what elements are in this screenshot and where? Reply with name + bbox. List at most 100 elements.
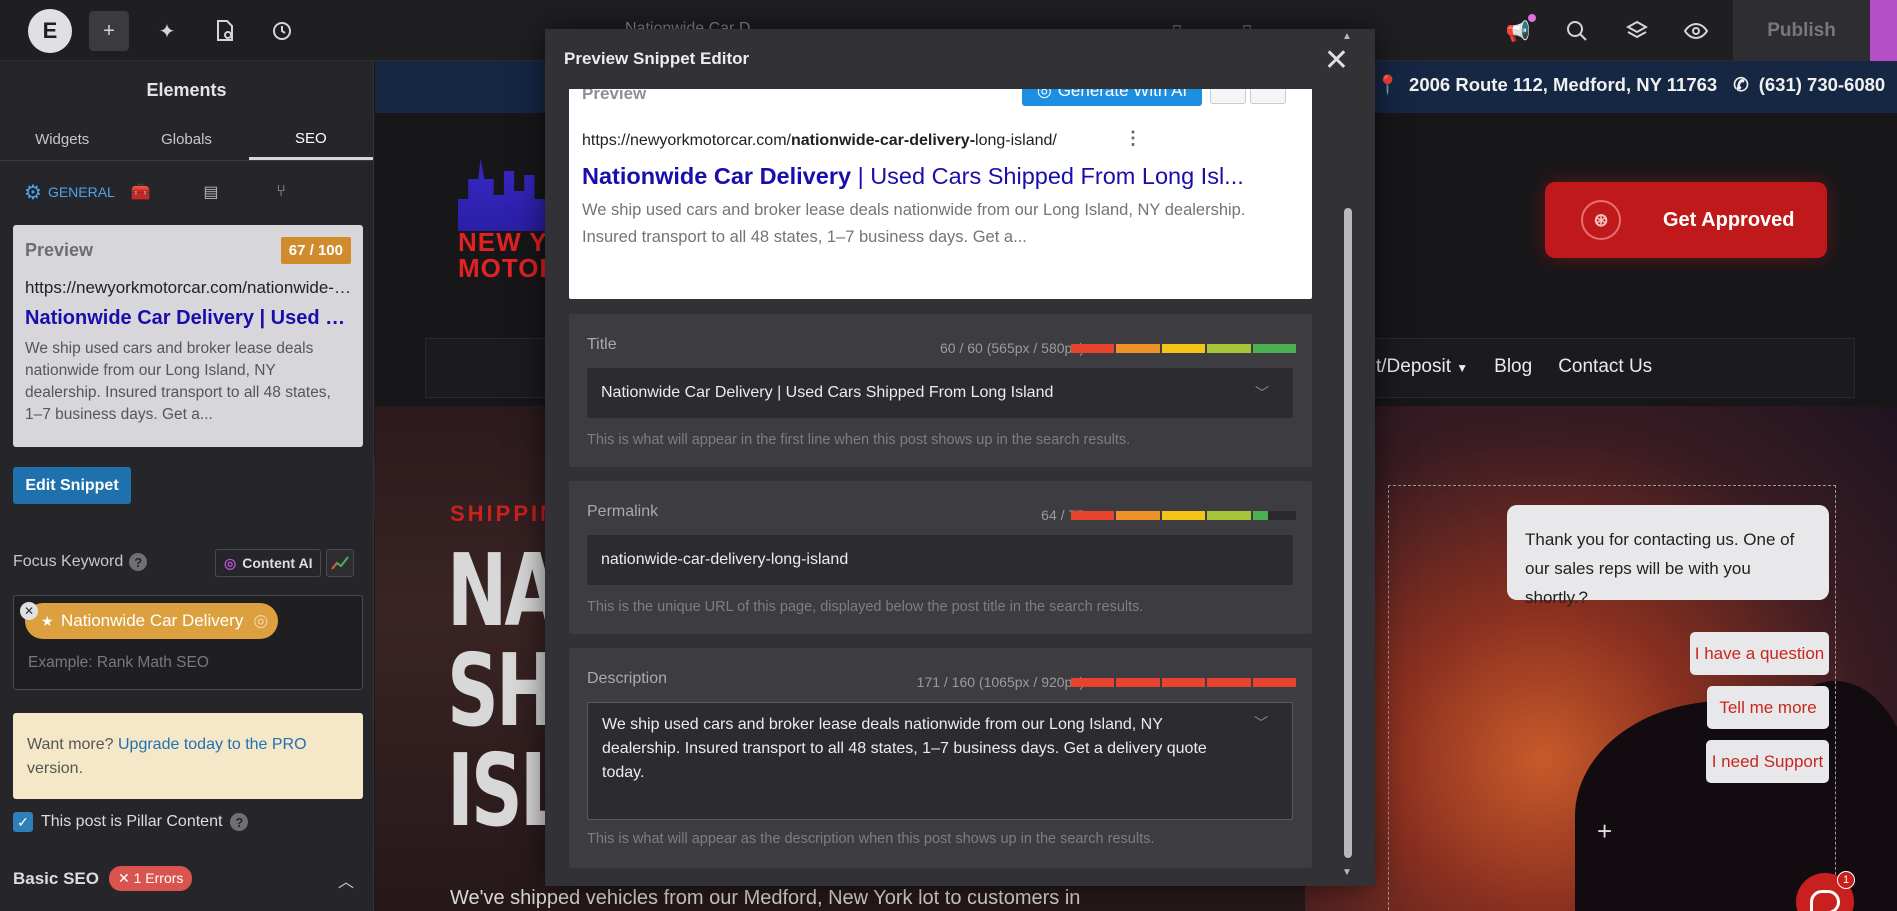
publish-options-button[interactable] [1870, 0, 1897, 61]
tab-widgets[interactable]: Widgets [0, 119, 124, 160]
preview-button[interactable] [1676, 11, 1716, 51]
generate-with-ai-button[interactable]: ◎ Generate With AI [1022, 89, 1202, 106]
subtab-general-label: GENERAL [47, 184, 115, 200]
subtab-general[interactable]: ⚙ GENERAL [24, 180, 131, 205]
elementor-logo-icon[interactable]: E [28, 9, 72, 53]
share-icon: ⑂ [276, 183, 286, 200]
content-ai-button[interactable]: ◎ Content AI [215, 549, 322, 577]
help-icon[interactable]: ? [129, 553, 148, 571]
chevron-down-icon[interactable]: ﹀ [1255, 383, 1269, 403]
trends-button[interactable] [326, 549, 354, 577]
panel-tabs: Widgets Globals SEO [0, 119, 373, 161]
gear-icon: ⚙ [24, 181, 42, 204]
chat-option-support[interactable]: I need Support [1706, 740, 1829, 783]
keyword-tag-label: Nationwide Car Delivery [61, 611, 244, 630]
history-button[interactable] [262, 11, 302, 51]
toolbox-icon: 🧰 [130, 184, 151, 201]
preview-description: We ship used cars and broker lease deals… [25, 340, 331, 423]
upgrade-notice: Want more? Upgrade today to the PRO vers… [13, 713, 363, 799]
description-help-text: This is what will appear as the descript… [587, 831, 1155, 847]
title-field-group: Title 60 / 60 (565px / 580px) Nationwide… [569, 314, 1312, 467]
title-input[interactable]: Nationwide Car Delivery | Used Cars Ship… [587, 368, 1293, 418]
permalink-field-group: Permalink 64 / 75 nationwide-car-deliver… [569, 481, 1312, 634]
layers-icon [1626, 20, 1648, 39]
site-nav: t/Deposit ▼ Blog Contact Us [1376, 356, 1652, 378]
serp-title: Nationwide Car Delivery | Used Cars Ship… [582, 163, 1304, 190]
scroll-up-arrow-icon[interactable]: ▲ [1342, 31, 1352, 42]
megaphone-icon: 📢 [1505, 20, 1531, 43]
seo-subtabs: ⚙ GENERAL 🧰 ▤ ⑂ [0, 161, 373, 223]
nav-blog[interactable]: Blog [1494, 356, 1532, 378]
pillar-content-checkbox[interactable]: ✓ [13, 812, 33, 832]
pillar-content-option: ✓ This post is Pillar Content ? [13, 812, 249, 832]
description-char-count: 171 / 160 (1065px / 920px) [916, 674, 1084, 690]
hero-subtext: We've shipped vehicles from our Medford,… [450, 887, 1081, 909]
notification-dot [1528, 14, 1536, 22]
scroll-down-arrow-icon[interactable]: ▼ [1342, 867, 1352, 878]
publish-button[interactable]: Publish [1733, 0, 1870, 61]
nav-contact-us[interactable]: Contact Us [1558, 356, 1652, 378]
ai-sparkle-button[interactable]: ✦ [147, 11, 187, 51]
phone-icon: ✆ [1733, 74, 1749, 95]
serp-preview-label: Preview [582, 89, 647, 103]
subtab-advanced[interactable]: 🧰 [131, 182, 204, 202]
schema-icon: ▤ [203, 184, 219, 201]
keyword-tag[interactable]: ★ Nationwide Car Delivery ◎ [25, 603, 279, 639]
tab-seo[interactable]: SEO [248, 119, 373, 160]
document-settings-icon [217, 20, 233, 41]
chat-bubble-icon [1810, 890, 1840, 911]
upgrade-suffix: version. [27, 760, 84, 777]
chevron-up-icon[interactable]: ︿ [338, 868, 354, 892]
serp-url-prefix: https://newyorkmotorcar.com/ [582, 132, 791, 149]
description-textarea[interactable]: We ship used cars and broker lease deals… [587, 702, 1293, 820]
subtab-schema[interactable]: ▤ [203, 182, 276, 202]
focus-keyword-input[interactable]: ★ Nationwide Car Delivery ◎ ✕ Example: R… [13, 595, 363, 690]
permalink-input[interactable]: nationwide-car-delivery-long-island [587, 535, 1293, 585]
site-contact-bar: 📍 2006 Route 112, Medford, NY 11763 ✆ (6… [1376, 74, 1885, 96]
upgrade-link[interactable]: Upgrade today to the PRO [118, 736, 307, 753]
preview-title: Nationwide Car Delivery | Used Cars Ship… [25, 307, 351, 329]
serp-description: We ship used cars and broker lease deals… [582, 201, 1246, 246]
eye-icon [1684, 22, 1708, 40]
chevron-down-icon[interactable]: ﹀ [1254, 711, 1268, 735]
add-widget-plus-icon[interactable]: + [1597, 816, 1612, 847]
basic-seo-section-header[interactable]: Basic SEO ✕ 1 Errors [13, 866, 193, 891]
chat-option-tell-more[interactable]: Tell me more [1707, 686, 1829, 729]
sparkle-icon: ✦ [158, 20, 176, 43]
keyword-placeholder: Example: Rank Math SEO [28, 654, 209, 671]
close-icon[interactable]: ✕ [1324, 43, 1349, 78]
chat-option-question[interactable]: I have a question [1690, 632, 1829, 675]
more-vertical-icon: ⋮ [1124, 128, 1142, 148]
chat-message: Thank you for contacting us. One of our … [1507, 505, 1829, 607]
site-address[interactable]: 2006 Route 112, Medford, NY 11763 [1409, 74, 1717, 96]
search-button[interactable] [1557, 11, 1597, 51]
permalink-help-text: This is the unique URL of this page, dis… [587, 599, 1144, 615]
edit-snippet-button[interactable]: Edit Snippet [13, 467, 131, 504]
permalink-input-value: nationwide-car-delivery-long-island [601, 551, 849, 568]
preview-url: https://newyorkmotorcar.com/nationwide-c… [25, 278, 351, 297]
preview-snippet-editor-modal: Preview Snippet Editor ✕ Preview ◎ Gener… [545, 29, 1375, 886]
title-char-count: 60 / 60 (565px / 580px) [940, 340, 1084, 356]
subtab-social[interactable]: ⑂ [276, 183, 349, 201]
remove-keyword-icon[interactable]: ✕ [20, 602, 38, 620]
nav-deposit[interactable]: t/Deposit ▼ [1376, 356, 1468, 378]
upgrade-prefix: Want more? [27, 736, 114, 753]
caret-down-icon: ▼ [1456, 361, 1469, 375]
steering-wheel-icon: ⊛ [1581, 200, 1621, 240]
mobile-preview-toggle[interactable] [1250, 89, 1286, 104]
basic-seo-label: Basic SEO [13, 868, 99, 888]
page-settings-button[interactable] [205, 11, 245, 51]
modal-body: Preview ◎ Generate With AI https://newyo… [569, 89, 1319, 886]
modal-title: Preview Snippet Editor [564, 49, 750, 68]
modal-scrollbar[interactable] [1344, 208, 1352, 858]
add-element-button[interactable]: + [89, 11, 129, 51]
get-approved-button[interactable]: ⊛ Get Approved [1545, 182, 1827, 258]
desktop-preview-toggle[interactable] [1210, 89, 1246, 104]
site-phone[interactable]: (631) 730-6080 [1759, 74, 1886, 96]
pillar-help-icon[interactable]: ? [230, 813, 249, 831]
serp-preview-card[interactable]: Preview 67 / 100 https://newyorkmotorcar… [13, 225, 363, 447]
serp-title-rest: | Used Cars Shipped From Long Isl... [851, 163, 1244, 189]
description-length-meter [1071, 678, 1297, 687]
tab-globals[interactable]: Globals [124, 119, 248, 160]
structure-button[interactable] [1617, 11, 1657, 51]
